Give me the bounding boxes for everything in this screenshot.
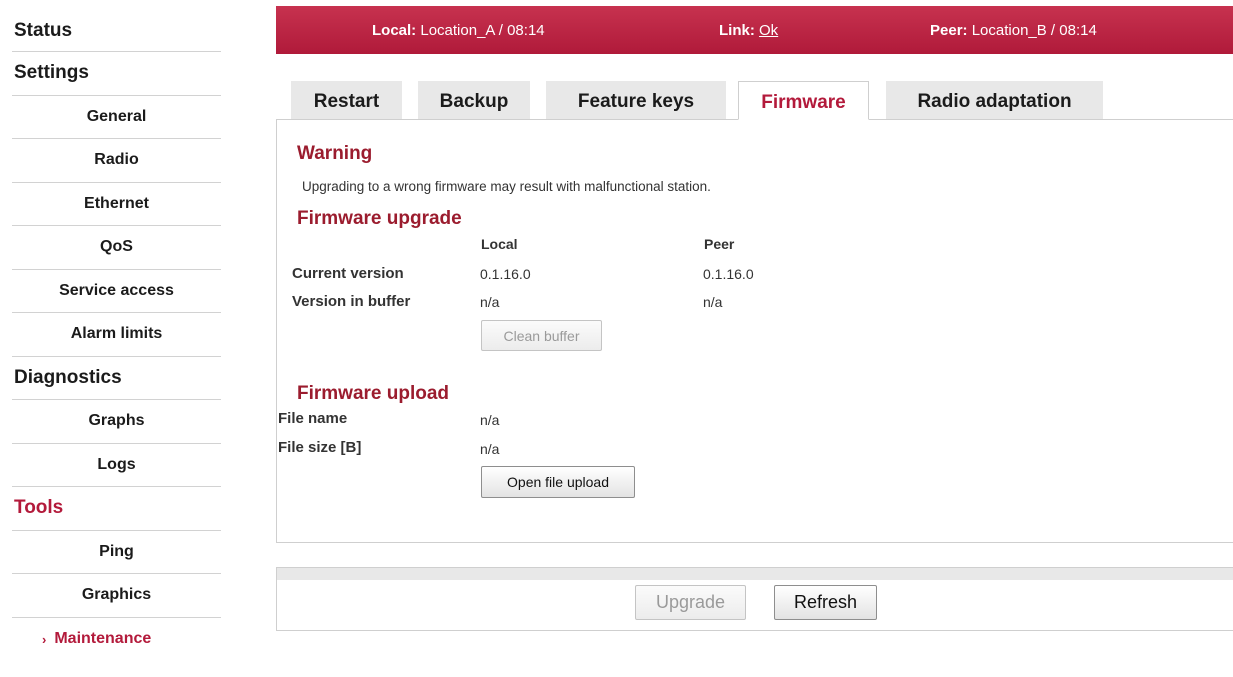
peer-status-label: Peer:	[930, 22, 968, 39]
firmware-upload-title: Firmware upload	[297, 383, 450, 404]
tab-feature-keys[interactable]: Feature keys	[546, 81, 726, 119]
chevron-right-icon: ›	[42, 631, 47, 647]
file-name-label: File name	[278, 410, 348, 427]
refresh-button[interactable]: Refresh	[774, 585, 877, 620]
firmware-panel: Warning Upgrading to a wrong firmware ma…	[276, 119, 1233, 543]
col-peer-header: Peer	[704, 236, 735, 252]
action-bar: Upgrade Refresh	[276, 567, 1233, 631]
sidebar-item-label: Maintenance	[54, 630, 152, 648]
sidebar-item-status[interactable]: Status	[12, 10, 221, 52]
col-local-header: Local	[481, 236, 518, 252]
app-window: Status Settings General Radio Ethernet Q…	[0, 0, 1233, 677]
warning-text: Upgrading to a wrong firmware may result…	[302, 179, 711, 194]
tab-restart[interactable]: Restart	[291, 81, 402, 119]
sidebar-item-label: Radio	[94, 151, 139, 169]
sidebar-item-qos[interactable]: QoS	[12, 226, 221, 270]
current-version-label: Current version	[292, 265, 404, 282]
peer-status: Peer: Location_B / 08:14	[930, 22, 1097, 39]
warning-title: Warning	[297, 143, 373, 164]
current-version-peer: 0.1.16.0	[703, 266, 754, 282]
firmware-upgrade-title: Firmware upgrade	[297, 208, 462, 229]
file-size-label: File size [B]	[278, 439, 362, 456]
sidebar-item-ethernet[interactable]: Ethernet	[12, 183, 221, 226]
sidebar-item-label: Service access	[59, 281, 174, 299]
sidebar-item-ping[interactable]: Ping	[12, 531, 221, 574]
link-status: Link: Ok	[719, 22, 778, 39]
file-name-value: n/a	[480, 412, 500, 428]
local-status-label: Local:	[372, 22, 417, 39]
sidebar-item-graphs[interactable]: Graphs	[12, 400, 221, 444]
clean-buffer-button[interactable]: Clean buffer	[481, 320, 602, 351]
local-status-value: Location_A / 08:14	[420, 22, 545, 39]
sidebar-item-label: Status	[14, 19, 73, 41]
tab-backup[interactable]: Backup	[418, 81, 530, 119]
tab-label: Restart	[313, 91, 380, 112]
sidebar-item-diagnostics[interactable]: Diagnostics	[12, 357, 221, 400]
tab-firmware[interactable]: Firmware	[738, 81, 869, 120]
sidebar-item-graphics[interactable]: Graphics	[12, 574, 221, 618]
sidebar-item-label: Graphics	[81, 586, 152, 604]
tab-label: Backup	[439, 91, 509, 112]
sidebar-item-logs[interactable]: Logs	[12, 444, 221, 487]
upgrade-button[interactable]: Upgrade	[635, 585, 746, 620]
tab-radio-adaptation[interactable]: Radio adaptation	[886, 81, 1103, 119]
tab-bar: Restart Backup Feature keys Firmware Rad…	[0, 81, 1233, 120]
version-in-buffer-peer: n/a	[703, 294, 723, 310]
sidebar-item-label: Ping	[99, 542, 134, 560]
tab-label: Feature keys	[577, 91, 695, 112]
version-in-buffer-local: n/a	[480, 294, 500, 310]
local-status: Local: Location_A / 08:14	[372, 22, 545, 39]
sidebar-item-alarm-limits[interactable]: Alarm limits	[12, 313, 221, 357]
sidebar-item-service-access[interactable]: Service access	[12, 270, 221, 313]
status-header-bar: Local: Location_A / 08:14 Link: Ok Peer:…	[276, 6, 1233, 54]
link-status-label: Link:	[719, 22, 755, 39]
sidebar-item-label: QoS	[100, 238, 133, 256]
tab-label: Radio adaptation	[917, 91, 1072, 112]
current-version-local: 0.1.16.0	[480, 266, 531, 282]
sidebar-item-radio[interactable]: Radio	[12, 139, 221, 183]
sidebar-item-label: Logs	[97, 455, 136, 473]
sidebar-item-label: Alarm limits	[70, 325, 163, 343]
sidebar-item-label: Ethernet	[84, 194, 149, 212]
link-status-link[interactable]: Ok	[759, 22, 778, 39]
file-size-value: n/a	[480, 441, 500, 457]
sidebar-item-maintenance[interactable]: › Maintenance	[12, 618, 221, 662]
tab-label: Firmware	[761, 92, 846, 113]
sidebar-item-label: Diagnostics	[14, 366, 122, 388]
open-file-upload-button[interactable]: Open file upload	[481, 466, 635, 498]
version-in-buffer-label: Version in buffer	[292, 293, 411, 310]
sidebar-item-tools[interactable]: Tools	[12, 487, 221, 531]
peer-status-value: Location_B / 08:14	[971, 22, 1097, 39]
sidebar-item-label: Tools	[14, 497, 64, 519]
sidebar-item-label: Graphs	[88, 412, 145, 430]
action-bar-stripe	[277, 568, 1233, 580]
